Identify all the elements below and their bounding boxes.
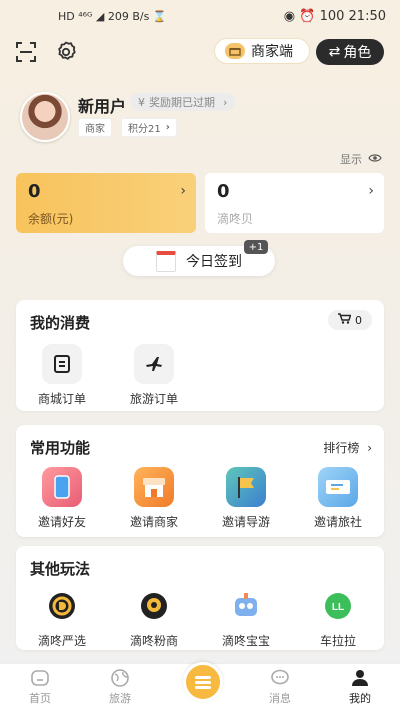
robot-icon: [226, 586, 266, 626]
nav-center-button[interactable]: [183, 662, 223, 702]
rank-link[interactable]: 排行榜 ›: [323, 439, 372, 456]
travel-orders-label: 旅游订单: [129, 392, 178, 406]
invite-friends-item[interactable]: 邀请好友: [22, 467, 102, 530]
calendar-icon: [156, 250, 176, 272]
chat-icon: [269, 668, 291, 688]
user-name[interactable]: 新用户: [78, 93, 126, 117]
balance-value: 0: [28, 181, 41, 202]
cart-button[interactable]: 0: [328, 310, 372, 330]
order-list-icon: [42, 344, 82, 384]
invite-merchant-label: 邀请商家: [129, 515, 178, 529]
consume-panel: 我的消费 0 商城订单 旅游订单: [16, 300, 384, 411]
nav-me-label: 我的: [349, 692, 371, 705]
invite-guide-label: 邀请导游: [221, 515, 270, 529]
common-title: 常用功能: [30, 439, 91, 457]
store-icon: [225, 43, 245, 59]
status-left: HD ⁴⁶ᴳ ◢ 209 B/s ⌛: [58, 10, 167, 23]
ticket-icon: [318, 467, 358, 507]
invite-agency-item[interactable]: 邀请旅社: [298, 467, 378, 530]
merchant-label: 商家端: [251, 44, 293, 60]
balance-card[interactable]: 0 余额(元) ›: [16, 173, 196, 233]
travel-orders-item[interactable]: 旅游订单: [114, 344, 194, 407]
car-pull-label: 车拉拉: [319, 634, 356, 648]
yen-icon: ¥: [138, 95, 145, 109]
swap-icon: ⇄: [328, 44, 341, 60]
merchant-tag: 商家: [78, 118, 112, 137]
dingdong-fans-icon: [134, 586, 174, 626]
globe-icon: [109, 668, 131, 688]
gear-icon[interactable]: [53, 39, 79, 65]
role-label: 角色: [343, 45, 372, 61]
nav-me[interactable]: 我的: [330, 668, 390, 706]
chevron-right-icon: ›: [165, 122, 170, 133]
chevron-right-icon: ›: [223, 95, 228, 109]
svg-text:LL: LL: [332, 602, 344, 613]
signin-bonus-badge: +1: [244, 240, 268, 254]
shop-icon: [134, 467, 174, 507]
common-panel: 常用功能 排行榜 › 邀请好友 邀请商家 邀请导游 邀请旅社: [16, 425, 384, 537]
dingdong-card[interactable]: 0 滴咚贝 ›: [205, 173, 384, 233]
points-tag[interactable]: 积分21 ›: [121, 118, 177, 137]
dingdong-select-icon: [42, 586, 82, 626]
scan-icon[interactable]: [13, 39, 39, 65]
chevron-right-icon: ›: [180, 183, 186, 199]
dingdong-baby-item[interactable]: 滴咚宝宝: [206, 586, 286, 649]
airplane-icon: [134, 344, 174, 384]
mall-orders-label: 商城订单: [37, 392, 86, 406]
dingdong-label: 滴咚贝: [217, 212, 254, 226]
consume-title: 我的消费: [30, 314, 91, 332]
show-label: 显示: [340, 153, 362, 166]
person-icon: [349, 668, 371, 688]
reward-text: 奖励期已过期: [149, 96, 215, 109]
invite-friends-label: 邀请好友: [37, 515, 86, 529]
role-switch-button[interactable]: ⇄ 角色: [316, 39, 384, 65]
dingdong-select-label: 滴咚严选: [37, 634, 86, 648]
other-panel: 其他玩法 滴咚严选 滴咚粉商 滴咚宝宝 LL 车拉拉: [16, 546, 384, 650]
chevron-right-icon: ›: [367, 441, 372, 455]
status-right: ◉ ⏰ 100 21:50: [283, 9, 386, 24]
avatar[interactable]: [20, 92, 70, 142]
signin-label: 今日签到: [186, 254, 242, 270]
show-toggle[interactable]: 显示: [340, 151, 382, 167]
nav-travel-label: 旅游: [109, 692, 131, 705]
dingdong-fans-item[interactable]: 滴咚粉商: [114, 586, 194, 649]
car-pull-item[interactable]: LL 车拉拉: [298, 586, 378, 649]
rank-label: 排行榜: [323, 441, 360, 455]
flag-icon: [226, 467, 266, 507]
invite-merchant-item[interactable]: 邀请商家: [114, 467, 194, 530]
home-icon: [29, 668, 51, 688]
mall-orders-item[interactable]: 商城订单: [22, 344, 102, 407]
dingdong-value: 0: [217, 181, 230, 202]
nav-messages-label: 消息: [269, 692, 291, 705]
status-bar: HD ⁴⁶ᴳ ◢ 209 B/s ⌛ ◉ ⏰ 100 21:50: [0, 0, 400, 36]
nav-home[interactable]: 首页: [10, 668, 70, 706]
nav-travel[interactable]: 旅游: [90, 668, 150, 706]
dingdong-fans-label: 滴咚粉商: [129, 634, 178, 648]
points-text: 积分21: [128, 124, 161, 135]
center-logo-icon: [195, 676, 211, 689]
bottom-nav: 首页 旅游 消息 我的: [0, 662, 400, 712]
cart-count: 0: [355, 313, 362, 327]
chevron-right-icon: ›: [368, 183, 374, 199]
dingdong-baby-label: 滴咚宝宝: [221, 634, 270, 648]
reward-status-badge[interactable]: ¥ 奖励期已过期 ›: [130, 93, 236, 111]
car-pull-icon: LL: [318, 586, 358, 626]
phone-icon: [42, 467, 82, 507]
invite-agency-label: 邀请旅社: [313, 515, 362, 529]
dingdong-select-item[interactable]: 滴咚严选: [22, 586, 102, 649]
other-title: 其他玩法: [30, 560, 91, 578]
eye-icon: [368, 153, 382, 166]
nav-home-label: 首页: [29, 692, 51, 705]
nav-messages[interactable]: 消息: [250, 668, 310, 706]
invite-guide-item[interactable]: 邀请导游: [206, 467, 286, 530]
balance-label: 余额(元): [28, 212, 74, 226]
cart-icon: [338, 313, 352, 327]
merchant-switch-button[interactable]: 商家端: [214, 38, 310, 64]
